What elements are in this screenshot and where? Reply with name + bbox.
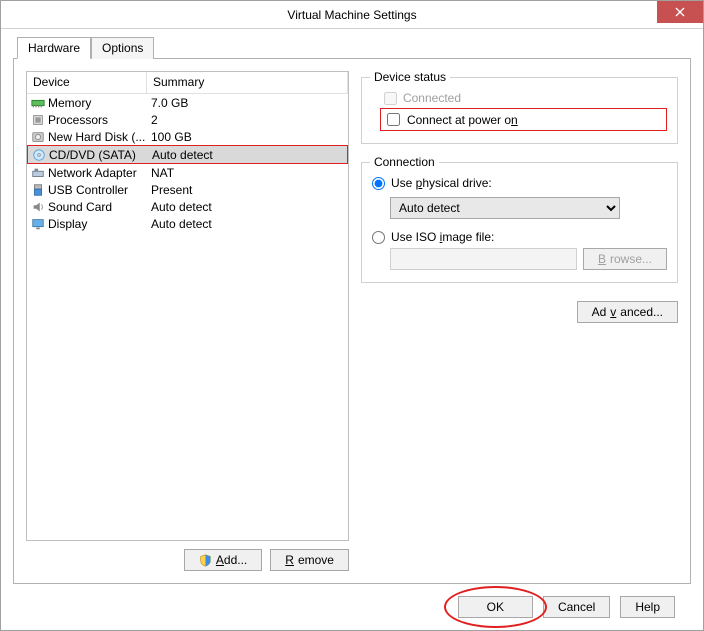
- device-status-group: Device status Connected Connect at power…: [361, 77, 678, 144]
- device-summary: Auto detect: [147, 200, 348, 214]
- device-row[interactable]: Memory 7.0 GB: [27, 94, 348, 111]
- connected-checkbox: [384, 92, 397, 105]
- device-summary: 100 GB: [147, 130, 348, 144]
- device-summary: NAT: [147, 166, 348, 180]
- device-row[interactable]: USB Controller Present: [27, 181, 348, 198]
- advanced-button[interactable]: Advanced...: [577, 301, 678, 323]
- hardware-panel: Device Summary Memory7.0 GBProcessors2Ne…: [13, 58, 691, 584]
- col-header-summary[interactable]: Summary: [147, 72, 348, 93]
- device-summary: 7.0 GB: [147, 96, 348, 110]
- memory-icon: [31, 96, 45, 110]
- device-name: Memory: [48, 96, 91, 110]
- device-name: New Hard Disk (...: [48, 130, 145, 144]
- titlebar: Virtual Machine Settings: [1, 1, 703, 29]
- device-row[interactable]: New Hard Disk (...100 GB: [27, 128, 348, 145]
- connected-label: Connected: [403, 91, 461, 105]
- net-icon: [31, 166, 45, 180]
- device-name: Sound Card: [48, 200, 112, 214]
- connection-title: Connection: [370, 155, 439, 169]
- device-row[interactable]: CD/DVD (SATA) Auto detect: [28, 146, 347, 163]
- device-name: USB Controller: [48, 183, 128, 197]
- close-icon: [675, 7, 685, 17]
- col-header-device[interactable]: Device: [27, 72, 147, 93]
- device-summary: 2: [147, 113, 348, 127]
- use-physical-label[interactable]: Use physical drive:: [391, 176, 492, 190]
- use-physical-radio[interactable]: [372, 177, 385, 190]
- physical-drive-select[interactable]: Auto detect: [390, 197, 620, 219]
- sound-icon: [31, 200, 45, 214]
- tab-options[interactable]: Options: [91, 37, 154, 59]
- settings-window: Virtual Machine Settings Hardware Option…: [0, 0, 704, 631]
- device-row[interactable]: Sound Card Auto detect: [27, 198, 348, 215]
- tabs: Hardware Options: [17, 37, 691, 59]
- tab-hardware[interactable]: Hardware: [17, 37, 91, 59]
- device-name: Display: [48, 217, 87, 231]
- ok-button[interactable]: OK: [458, 596, 533, 618]
- device-summary: Auto detect: [147, 217, 348, 231]
- device-row[interactable]: Network Adapter NAT: [27, 164, 348, 181]
- device-name: CD/DVD (SATA): [49, 148, 136, 162]
- help-button[interactable]: Help: [620, 596, 675, 618]
- browse-button: Browse...: [583, 248, 667, 270]
- device-row[interactable]: Display Auto detect: [27, 215, 348, 232]
- use-iso-radio[interactable]: [372, 231, 385, 244]
- use-iso-label[interactable]: Use ISO image file:: [391, 230, 494, 244]
- usb-icon: [31, 183, 45, 197]
- close-button[interactable]: [657, 1, 703, 23]
- cancel-button[interactable]: Cancel: [543, 596, 610, 618]
- device-summary: Auto detect: [148, 148, 347, 162]
- cd-icon: [32, 148, 46, 162]
- shield-icon: [199, 554, 212, 567]
- device-status-title: Device status: [370, 70, 450, 84]
- connect-at-power-on-checkbox[interactable]: [387, 113, 400, 126]
- iso-path-input: [390, 248, 577, 270]
- add-button[interactable]: Add...: [184, 549, 262, 571]
- device-summary: Present: [147, 183, 348, 197]
- device-row[interactable]: Processors 2: [27, 111, 348, 128]
- remove-button[interactable]: Remove: [270, 549, 349, 571]
- disk-icon: [31, 130, 45, 144]
- cpu-icon: [31, 113, 45, 127]
- list-header: Device Summary: [27, 72, 348, 94]
- device-name: Network Adapter: [48, 166, 137, 180]
- display-icon: [31, 217, 45, 231]
- device-list[interactable]: Device Summary Memory7.0 GBProcessors2Ne…: [26, 71, 349, 541]
- connection-group: Connection Use physical drive: Auto dete…: [361, 162, 678, 283]
- footer: OK Cancel Help: [13, 584, 691, 630]
- window-title: Virtual Machine Settings: [1, 8, 703, 22]
- connect-at-power-on-label[interactable]: Connect at power on: [407, 113, 518, 127]
- device-name: Processors: [48, 113, 108, 127]
